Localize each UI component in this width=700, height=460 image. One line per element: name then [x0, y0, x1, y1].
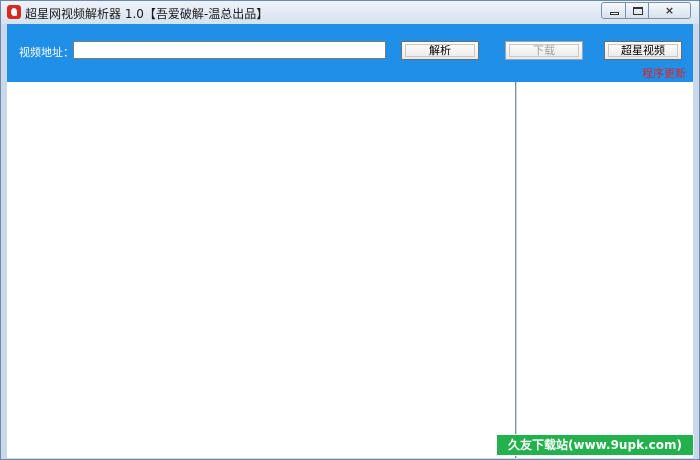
program-update-link[interactable]: 程序更新: [642, 65, 686, 81]
chaoxing-video-button[interactable]: 超星视频: [604, 41, 682, 60]
app-logo-icon: [7, 5, 21, 19]
parse-button[interactable]: 解析: [401, 41, 479, 60]
url-toolbar: 视频地址： 解析 下载 超星视频 程序更新: [7, 24, 693, 82]
close-button[interactable]: ×: [648, 2, 691, 19]
minimize-button[interactable]: [601, 2, 626, 19]
maximize-icon: [633, 7, 643, 15]
maximize-button[interactable]: [625, 2, 649, 19]
url-label: 视频地址：: [19, 46, 74, 59]
close-icon: ×: [664, 4, 675, 17]
detail-panel[interactable]: [517, 82, 693, 458]
site-watermark: 久友下载站(www.9upk.com): [496, 434, 694, 456]
download-button[interactable]: 下载: [505, 41, 583, 60]
video-url-input[interactable]: [73, 41, 386, 59]
window-title: 超星网视频解析器 1.0【吾爱破解-温总出品】: [25, 7, 269, 21]
minimize-icon: [610, 12, 619, 15]
window-controls: ×: [601, 2, 691, 20]
video-list-panel[interactable]: [7, 82, 516, 458]
title-bar[interactable]: 超星网视频解析器 1.0【吾爱破解-温总出品】 ×: [1, 1, 699, 24]
app-window: 超星网视频解析器 1.0【吾爱破解-温总出品】 × 视频地址： 解析 下载 超星…: [0, 0, 700, 460]
